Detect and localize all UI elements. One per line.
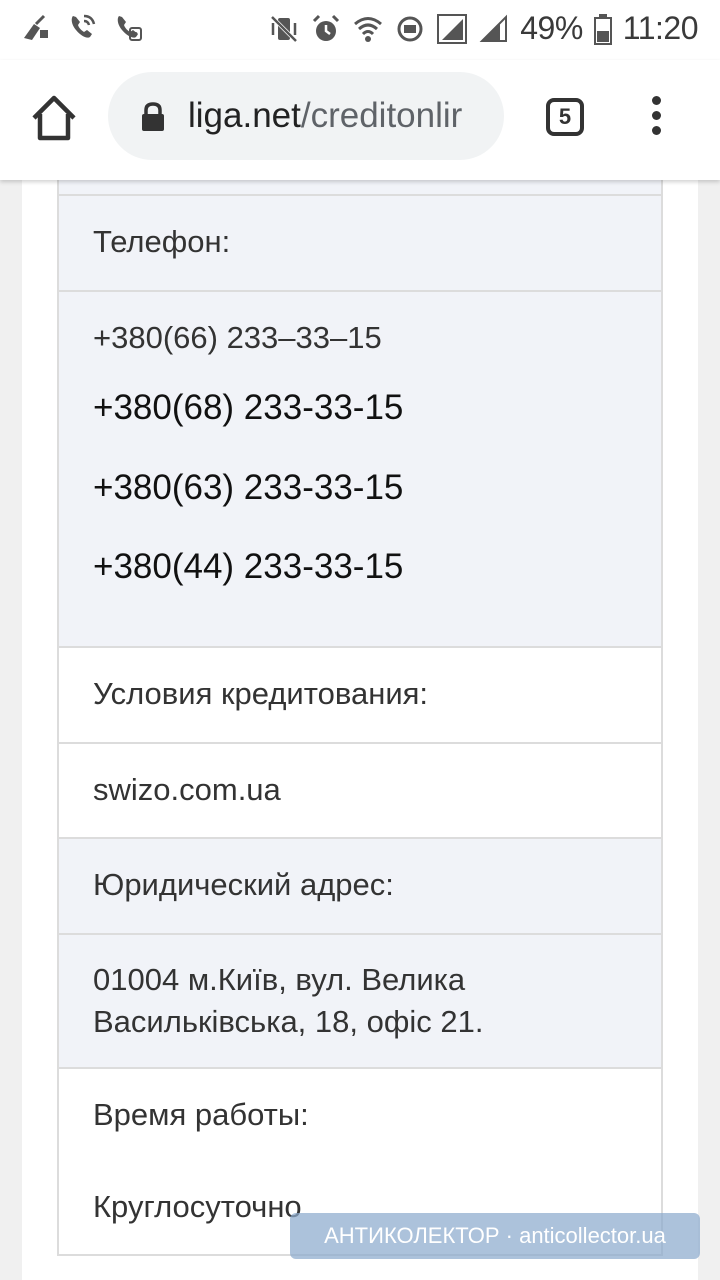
url-domain: liga.net [188,96,301,135]
call-forward-icon [117,16,142,41]
address-line: Васильківська, 18, офіс 21. [93,1004,484,1039]
phone-number: +380(66) 233–33–15 [93,320,382,355]
hours-value: Круглосуточно [93,1189,302,1224]
lock-icon [142,102,164,131]
table-row: 01004 м.Київ, вул. Велика Васильківська,… [59,933,661,1067]
url-path: /creditonlir [300,96,463,135]
watermark: АНТИКОЛЕКТОР · anticollector.ua [290,1213,700,1259]
signal-icon [437,13,468,44]
tab-switcher-button[interactable]: 5 [546,98,584,136]
table-row: swizo.com.ua [59,742,661,837]
hours-label: Время работы: [93,1097,309,1132]
page-content: Телефон: +380(66) 233–33–15 +380(68) 233… [22,180,698,1280]
home-icon[interactable] [28,92,80,144]
vibrate-icon [270,15,298,42]
battery-percent: 49% [520,10,583,46]
terms-value: swizo.com.ua [93,772,281,807]
phone-screen: 49% 11:20 liga.net/creditonlir 5 Телефон… [0,0,720,1280]
phone-number: +380(63) 233-33-15 [93,468,404,507]
signal-icon [479,14,508,42]
wifi-call-icon [71,14,96,38]
battery-icon [593,13,612,45]
browser-toolbar: liga.net/creditonlir 5 [0,60,720,180]
clock: 11:20 [622,10,699,46]
table-row: Телефон: [59,194,661,290]
vpn-icon [397,16,423,41]
wifi-icon [354,16,383,42]
address-bar[interactable]: liga.net/creditonlir [108,72,504,160]
table-row [59,180,661,194]
broom-icon [24,14,48,40]
table-row: Условия кредитования: [59,646,661,742]
alarm-icon [313,14,340,41]
phone-number: +380(44) 233-33-15 [93,547,404,586]
status-bar: 49% 11:20 [0,0,720,60]
phone-label: Телефон: [93,224,231,259]
overflow-menu-icon[interactable] [644,96,668,144]
address-value: 01004 м.Київ, вул. Велика Васильківська,… [93,959,483,1043]
table-row: +380(66) 233–33–15 +380(68) 233-33-15 +3… [59,290,661,646]
info-table: Телефон: +380(66) 233–33–15 +380(68) 233… [57,180,663,1256]
address-line: 01004 м.Київ, вул. Велика [93,962,466,997]
terms-label: Условия кредитования: [93,676,429,711]
url-text: liga.net/creditonlir [188,96,462,136]
address-label: Юридический адрес: [93,867,394,902]
phone-number: +380(68) 233-33-15 [93,388,404,427]
table-row: Юридический адрес: [59,837,661,933]
